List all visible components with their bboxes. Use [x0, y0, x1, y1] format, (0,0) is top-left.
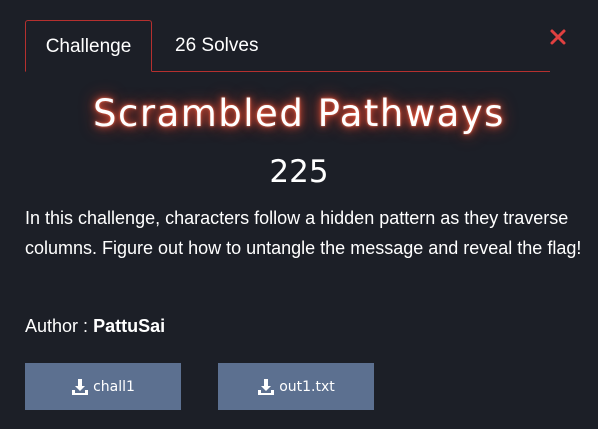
- download-icon: [72, 378, 89, 395]
- file-label: out1.txt: [279, 378, 335, 395]
- download-out1-button[interactable]: out1.txt: [218, 363, 374, 410]
- download-icon: [258, 378, 275, 395]
- file-label: chall1: [93, 378, 135, 395]
- challenge-points: 225: [269, 154, 329, 190]
- download-chall1-button[interactable]: chall1: [25, 363, 181, 410]
- challenge-title: Scrambled Pathways: [93, 92, 505, 135]
- tab-solves[interactable]: 26 Solves: [175, 20, 275, 71]
- tab-challenge[interactable]: Challenge: [25, 20, 152, 72]
- author-line: Author : PattuSai: [25, 316, 165, 337]
- challenge-description: In this challenge, characters follow a h…: [25, 208, 582, 258]
- close-button[interactable]: [548, 27, 568, 47]
- tab-bar: Challenge 26 Solves: [25, 20, 550, 72]
- close-icon[interactable]: [548, 27, 568, 47]
- challenge-modal: Challenge 26 Solves Scrambled Pathways 2…: [0, 0, 598, 429]
- author-name: PattuSai: [93, 316, 166, 336]
- author-label: Author :: [25, 316, 89, 336]
